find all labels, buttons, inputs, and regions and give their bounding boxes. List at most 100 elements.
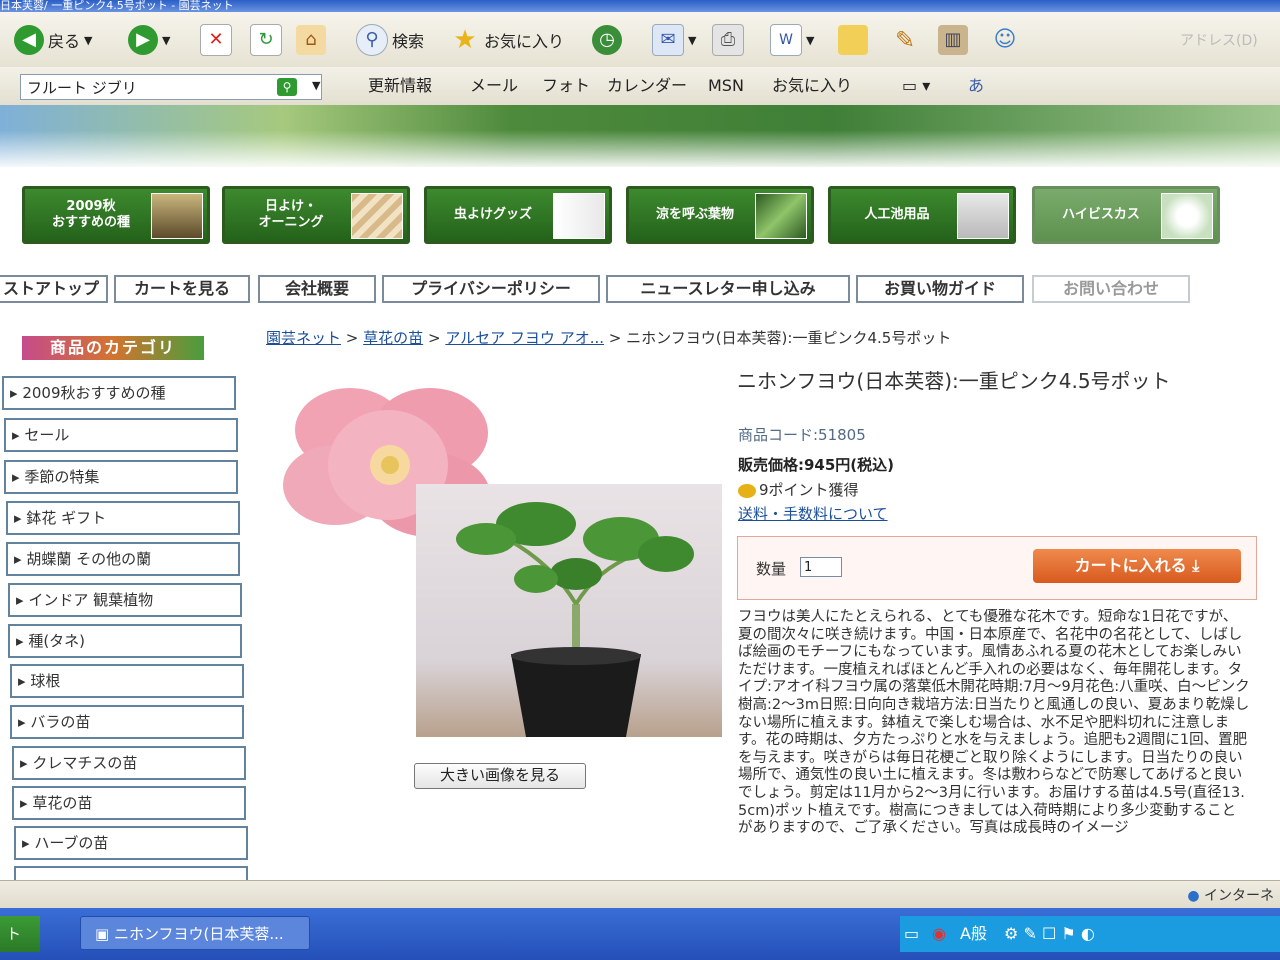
sidebar-item-label: 鉢花 ギフト [26, 509, 107, 527]
link-mail[interactable]: メール [470, 74, 518, 98]
category-thumbnail [1161, 193, 1213, 239]
magnifier-icon: ⚲ [356, 24, 388, 56]
printer-icon: ⎙ [712, 24, 744, 56]
category-button-pond-supplies[interactable]: 人工池用品 [828, 186, 1016, 244]
nav-company[interactable]: 会社概要 [258, 275, 376, 303]
toolbar-search-input[interactable]: フルート ジブリ ⚲ [20, 74, 322, 100]
messenger-button[interactable]: ☺ [990, 22, 1020, 58]
category-label: 2009秋 おすすめの種 [51, 199, 130, 230]
breadcrumb-link-category[interactable]: アルセア フヨウ アオ... [445, 329, 604, 347]
sidebar-item-herbs[interactable]: ▸ ハーブの苗 [14, 826, 248, 860]
add-to-cart-button[interactable]: カートに入れる ⤓ [1033, 549, 1241, 583]
search-button[interactable]: ⚲ 検索 [356, 22, 424, 58]
breadcrumb-sep: > [345, 329, 359, 347]
points-text: 9ポイント獲得 [759, 481, 859, 499]
sidebar-item-label: 胡蝶蘭 その他の蘭 [26, 550, 152, 568]
window-title: 日本芙蓉/ 一重ピンク4.5号ポット - 園芸ネット [0, 0, 234, 12]
keyboard-icon[interactable]: ▭ [904, 916, 919, 952]
nav-newsletter[interactable]: ニュースレター申し込み [606, 275, 850, 303]
shipping-fee-link[interactable]: 送料・手数料について [738, 503, 888, 524]
sidebar-item-seeds[interactable]: ▸ 種(タネ) [8, 624, 242, 658]
notes-button[interactable] [838, 22, 868, 58]
chevron-down-icon[interactable]: ▼ [312, 74, 320, 98]
category-button-hibiscus[interactable]: ハイビスカス [1032, 186, 1220, 244]
link-calendar[interactable]: カレンダー [607, 74, 687, 98]
sidebar-item-seasonal[interactable]: ▸ 季節の特集 [4, 460, 238, 494]
breadcrumb-sep: > [608, 329, 622, 347]
product-points: 9ポイント獲得 [738, 479, 859, 500]
category-button-insect-goods[interactable]: 虫よけグッズ [424, 186, 612, 244]
tray-icons[interactable]: ⚙ ✎ ☐ ⚑ ◐ [1004, 924, 1095, 943]
category-button-awning[interactable]: 日よけ・ オーニング [222, 186, 410, 244]
category-button-cool-foliage[interactable]: 涼を呼ぶ葉物 [626, 186, 814, 244]
category-button-autumn-seeds[interactable]: 2009秋 おすすめの種 [22, 186, 210, 244]
stop-button[interactable]: ✕ [200, 22, 232, 58]
category-thumbnail [351, 193, 403, 239]
edit-button[interactable]: W ▼ [770, 22, 814, 58]
sidebar-item-label: ハーブの苗 [34, 834, 109, 852]
search-label: 検索 [392, 32, 425, 51]
sidebar-item-orchid[interactable]: ▸ 胡蝶蘭 その他の蘭 [6, 542, 240, 576]
taskbar-window-button[interactable]: ▣ ニホンフヨウ(日本芙蓉... [80, 916, 310, 950]
link-favorites[interactable]: お気に入り [772, 74, 852, 98]
back-button[interactable]: ◀ 戻る ▼ [14, 22, 92, 58]
sidebar-item-gift[interactable]: ▸ 鉢花 ギフト [6, 501, 240, 535]
stop-icon: ✕ [200, 24, 232, 56]
sidebar-item-autumn-seeds[interactable]: ▸ 2009秋おすすめの種 [2, 376, 236, 410]
favorites-label: お気に入り [484, 32, 565, 51]
ime-bar-icon[interactable]: ◉ [932, 916, 946, 952]
keyboard-icon[interactable]: ▭ ▾ [902, 74, 930, 98]
chevron-down-icon: ▼ [162, 33, 171, 47]
link-msn[interactable]: MSN [708, 74, 744, 98]
start-button[interactable]: ト [0, 916, 40, 952]
favorites-button[interactable]: ★ お気に入り [450, 22, 564, 58]
link-news[interactable]: 更新情報 [368, 74, 432, 98]
nav-shopping-guide[interactable]: お買い物ガイド [856, 275, 1024, 303]
view-large-image-button[interactable]: 大きい画像を見る [414, 763, 586, 789]
ime-mode[interactable]: A般 [960, 924, 987, 943]
category-thumbnail [151, 193, 203, 239]
sidebar-item-label: 2009秋おすすめの種 [22, 384, 166, 402]
link-photo[interactable]: フォト [542, 74, 590, 98]
category-heading: 商品のカテゴリ [22, 336, 204, 360]
pen-button[interactable]: ✎ [890, 22, 920, 58]
sidebar-item-sale[interactable]: ▸ セール [4, 418, 238, 452]
home-button[interactable]: ⌂ [296, 22, 326, 58]
sidebar-item-label: バラの苗 [30, 713, 91, 731]
ime-icon[interactable]: あ [968, 74, 984, 98]
breadcrumb-link-home[interactable]: 園芸ネット [266, 329, 341, 347]
sidebar-item-clematis[interactable]: ▸ クレマチスの苗 [12, 746, 246, 780]
nav-view-cart[interactable]: カートを見る [114, 275, 250, 303]
nav-contact[interactable]: お問い合わせ [1032, 275, 1190, 303]
sidebar-item-bulbs[interactable]: ▸ 球根 [10, 664, 244, 698]
mail-button[interactable]: ✉ ▼ [652, 22, 696, 58]
category-thumbnail [957, 193, 1009, 239]
links-bar: フルート ジブリ ⚲ ▼ 更新情報 メール フォト カレンダー MSN お気に入… [0, 67, 1280, 106]
sidebar-item-flowers[interactable]: ▸ 草花の苗 [12, 786, 246, 820]
quantity-input[interactable]: 1 [800, 557, 842, 577]
research-button[interactable]: ▥ [938, 22, 968, 58]
sidebar-item-roses[interactable]: ▸ バラの苗 [10, 705, 244, 739]
search-go-icon[interactable]: ⚲ [277, 78, 297, 96]
nav-store-top[interactable]: ストアトップ [0, 275, 108, 303]
forward-button[interactable]: ▶ ▼ [128, 22, 170, 58]
breadcrumb-link-flowers[interactable]: 草花の苗 [363, 329, 423, 347]
product-description: フヨウは美人にたとえられる、とても優雅な花木です。短命な1日花ですが、夏の間次々… [738, 609, 1250, 837]
sidebar-item-partial[interactable] [14, 866, 248, 880]
back-label: 戻る [48, 32, 81, 51]
chevron-down-icon: ▼ [806, 33, 815, 47]
breadcrumb: 園芸ネット > 草花の苗 > アルセア フヨウ アオ... > ニホンフヨウ(日… [266, 326, 951, 350]
refresh-button[interactable]: ↻ [250, 22, 282, 58]
category-label: 涼を呼ぶ葉物 [655, 207, 734, 222]
nav-privacy[interactable]: プライバシーポリシー [382, 275, 600, 303]
history-button[interactable]: ◷ [592, 22, 622, 58]
product-price: 販売価格:945円(税込) [738, 456, 895, 474]
sidebar-item-label: クレマチスの苗 [32, 754, 138, 772]
breadcrumb-sep: > [427, 329, 441, 347]
ie-icon: ▣ [95, 925, 114, 943]
sidebar-item-indoor[interactable]: ▸ インドア 観葉植物 [8, 583, 242, 617]
browser-toolbar: ◀ 戻る ▼ ▶ ▼ ✕ ↻ ⌂ ⚲ 検索 ★ お気に入り ◷ ✉ ▼ ⎙ W … [0, 12, 1280, 68]
zone-label: インターネ [1204, 888, 1274, 904]
sidebar-item-label: 球根 [30, 672, 61, 690]
print-button[interactable]: ⎙ [712, 22, 744, 58]
